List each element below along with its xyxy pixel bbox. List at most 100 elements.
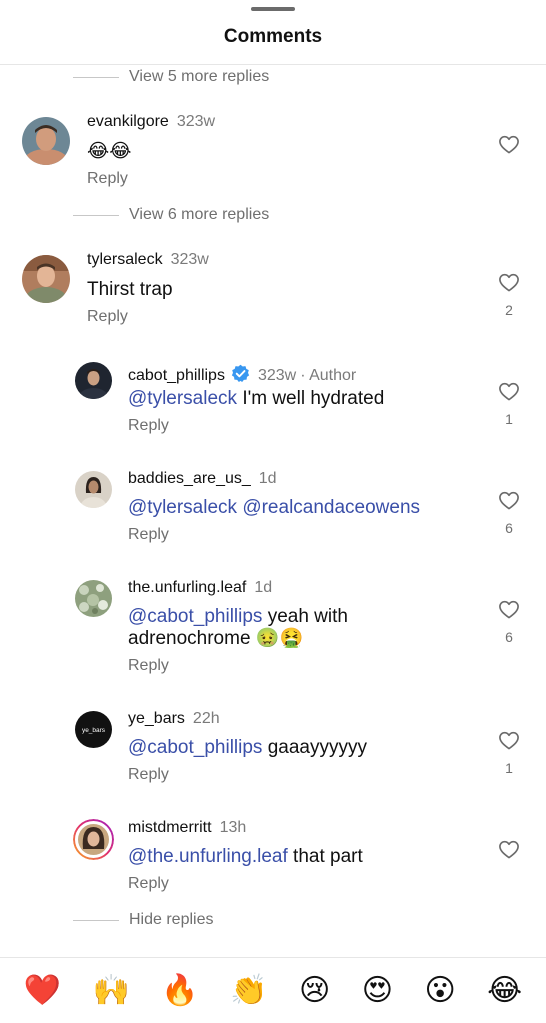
thread-line xyxy=(73,214,119,216)
view-more-replies-label: View 5 more replies xyxy=(129,68,270,85)
reply-button[interactable]: Reply xyxy=(87,308,128,326)
reply-body-line-2: adrenochrome 🤢🤮 xyxy=(128,628,304,649)
reply-body: yeah with xyxy=(262,606,348,627)
heart-outline-icon xyxy=(499,382,519,401)
reply-button[interactable]: Reply xyxy=(128,766,169,784)
reaction-heart-eyes[interactable]: 😍 xyxy=(362,976,393,1006)
heart-outline-icon xyxy=(499,491,519,510)
reaction-heart[interactable]: ❤️ xyxy=(24,976,61,1006)
reaction-surprised[interactable]: 😮 xyxy=(424,976,455,1006)
username[interactable]: tylersaleck xyxy=(87,251,163,269)
avatar-image xyxy=(22,255,70,303)
username[interactable]: the.unfurling.leaf xyxy=(128,579,246,597)
reply-body: gaaayyyyyy xyxy=(262,737,367,758)
like-button[interactable]: 2 xyxy=(497,272,521,318)
hide-replies-button[interactable]: Hide replies xyxy=(73,909,213,931)
avatar-image xyxy=(75,580,112,617)
timestamp: 323w xyxy=(257,367,297,384)
hide-replies-label: Hide replies xyxy=(129,911,214,928)
drag-handle[interactable] xyxy=(251,7,295,11)
author-tag: · Author xyxy=(300,367,357,384)
mention-link[interactable]: @tylersaleck xyxy=(128,388,237,409)
reply-text: @tylersaleck @realcandaceowens xyxy=(128,497,488,519)
mention-link[interactable]: @cabot_phillips xyxy=(128,606,262,627)
username[interactable]: baddies_are_us_ xyxy=(128,470,251,488)
thread-line xyxy=(73,919,119,921)
reply-meta: baddies_are_us_ 1d xyxy=(128,470,277,488)
avatar-image xyxy=(75,362,112,399)
reply-button[interactable]: Reply xyxy=(128,875,169,893)
timestamp: 1d xyxy=(258,470,277,487)
view-more-replies-label: View 6 more replies xyxy=(129,206,270,223)
reply-body: I'm well hydrated xyxy=(237,388,385,409)
username[interactable]: mistdmerritt xyxy=(128,819,212,837)
avatar[interactable] xyxy=(75,362,112,399)
thread-line xyxy=(73,76,119,78)
reply-meta: cabot_phillips 323w · Author xyxy=(128,361,356,385)
mention-link[interactable]: @cabot_phillips xyxy=(128,737,262,758)
timestamp: 1d xyxy=(254,579,273,596)
reply-meta: ye_bars 22h xyxy=(128,710,220,728)
header-divider xyxy=(0,64,546,65)
reply-button[interactable]: Reply xyxy=(87,170,128,188)
like-button[interactable]: 1 xyxy=(497,381,521,427)
avatar-logo-text: ye_bars xyxy=(82,727,106,734)
like-count: 6 xyxy=(505,629,513,645)
username[interactable]: ye_bars xyxy=(128,710,185,728)
avatar-image xyxy=(22,117,70,165)
timestamp: 22h xyxy=(192,710,220,727)
timestamp: 323w xyxy=(176,113,216,130)
reply-text: @tylersaleck I'm well hydrated xyxy=(128,388,488,410)
heart-outline-icon xyxy=(499,840,519,859)
avatar-story-ring[interactable] xyxy=(73,819,114,860)
reply-body: that part xyxy=(287,846,363,867)
mention-link[interactable]: @the.unfurling.leaf xyxy=(128,846,288,867)
reply-meta: mistdmerritt 13h xyxy=(128,819,246,837)
heart-outline-icon xyxy=(499,273,519,292)
comment-meta: evankilgore 323w xyxy=(87,113,215,131)
username[interactable]: evankilgore xyxy=(87,113,169,131)
reaction-fire[interactable]: 🔥 xyxy=(161,976,198,1006)
reply-text: @cabot_phillips gaaayyyyyy xyxy=(128,737,488,759)
reaction-clap[interactable]: 👏 xyxy=(230,976,267,1006)
like-count: 1 xyxy=(505,760,513,776)
reply-button[interactable]: Reply xyxy=(128,526,169,544)
avatar-image: ye_bars xyxy=(75,711,112,748)
comment-meta: tylersaleck 323w xyxy=(87,251,209,269)
comment-text: 😂😂 xyxy=(87,141,132,162)
like-count: 2 xyxy=(505,302,513,318)
username[interactable]: cabot_phillips xyxy=(128,367,225,385)
like-button[interactable] xyxy=(497,134,521,154)
reaction-raised-hands[interactable]: 🙌 xyxy=(93,976,130,1006)
page-title: Comments xyxy=(223,26,323,47)
avatar[interactable] xyxy=(75,580,112,617)
verified-badge-icon xyxy=(231,364,250,383)
reply-text: @cabot_phillips yeah with adrenochrome 🤢🤮 xyxy=(128,606,488,650)
reaction-crying[interactable]: 😢 xyxy=(299,976,330,1006)
reaction-laughing[interactable]: 😂 xyxy=(487,976,522,1006)
avatar[interactable] xyxy=(75,471,112,508)
like-count: 6 xyxy=(505,520,513,536)
like-button[interactable]: 6 xyxy=(497,599,521,645)
like-button[interactable] xyxy=(497,839,521,859)
reply-button[interactable]: Reply xyxy=(128,417,169,435)
avatar[interactable] xyxy=(22,255,70,303)
timestamp: 13h xyxy=(219,819,247,836)
view-more-replies-button[interactable]: View 5 more replies xyxy=(73,66,269,88)
footer-divider xyxy=(0,957,546,958)
view-more-replies-button[interactable]: View 6 more replies xyxy=(73,204,269,226)
reply-button[interactable]: Reply xyxy=(128,657,169,675)
avatar[interactable] xyxy=(22,117,70,165)
heart-outline-icon xyxy=(499,731,519,750)
mention-link[interactable]: @tylersaleck @realcandaceowens xyxy=(128,497,420,518)
heart-outline-icon xyxy=(499,600,519,619)
avatar-image xyxy=(75,471,112,508)
like-button[interactable]: 6 xyxy=(497,490,521,536)
timestamp: 323w xyxy=(170,251,209,268)
like-button[interactable]: 1 xyxy=(497,730,521,776)
avatar-image xyxy=(73,819,114,860)
heart-outline-icon xyxy=(499,135,519,154)
reply-meta: the.unfurling.leaf 1d xyxy=(128,579,272,597)
avatar[interactable]: ye_bars xyxy=(75,711,112,748)
comments-sheet: Comments View 5 more replies evankilgore… xyxy=(0,0,546,1023)
